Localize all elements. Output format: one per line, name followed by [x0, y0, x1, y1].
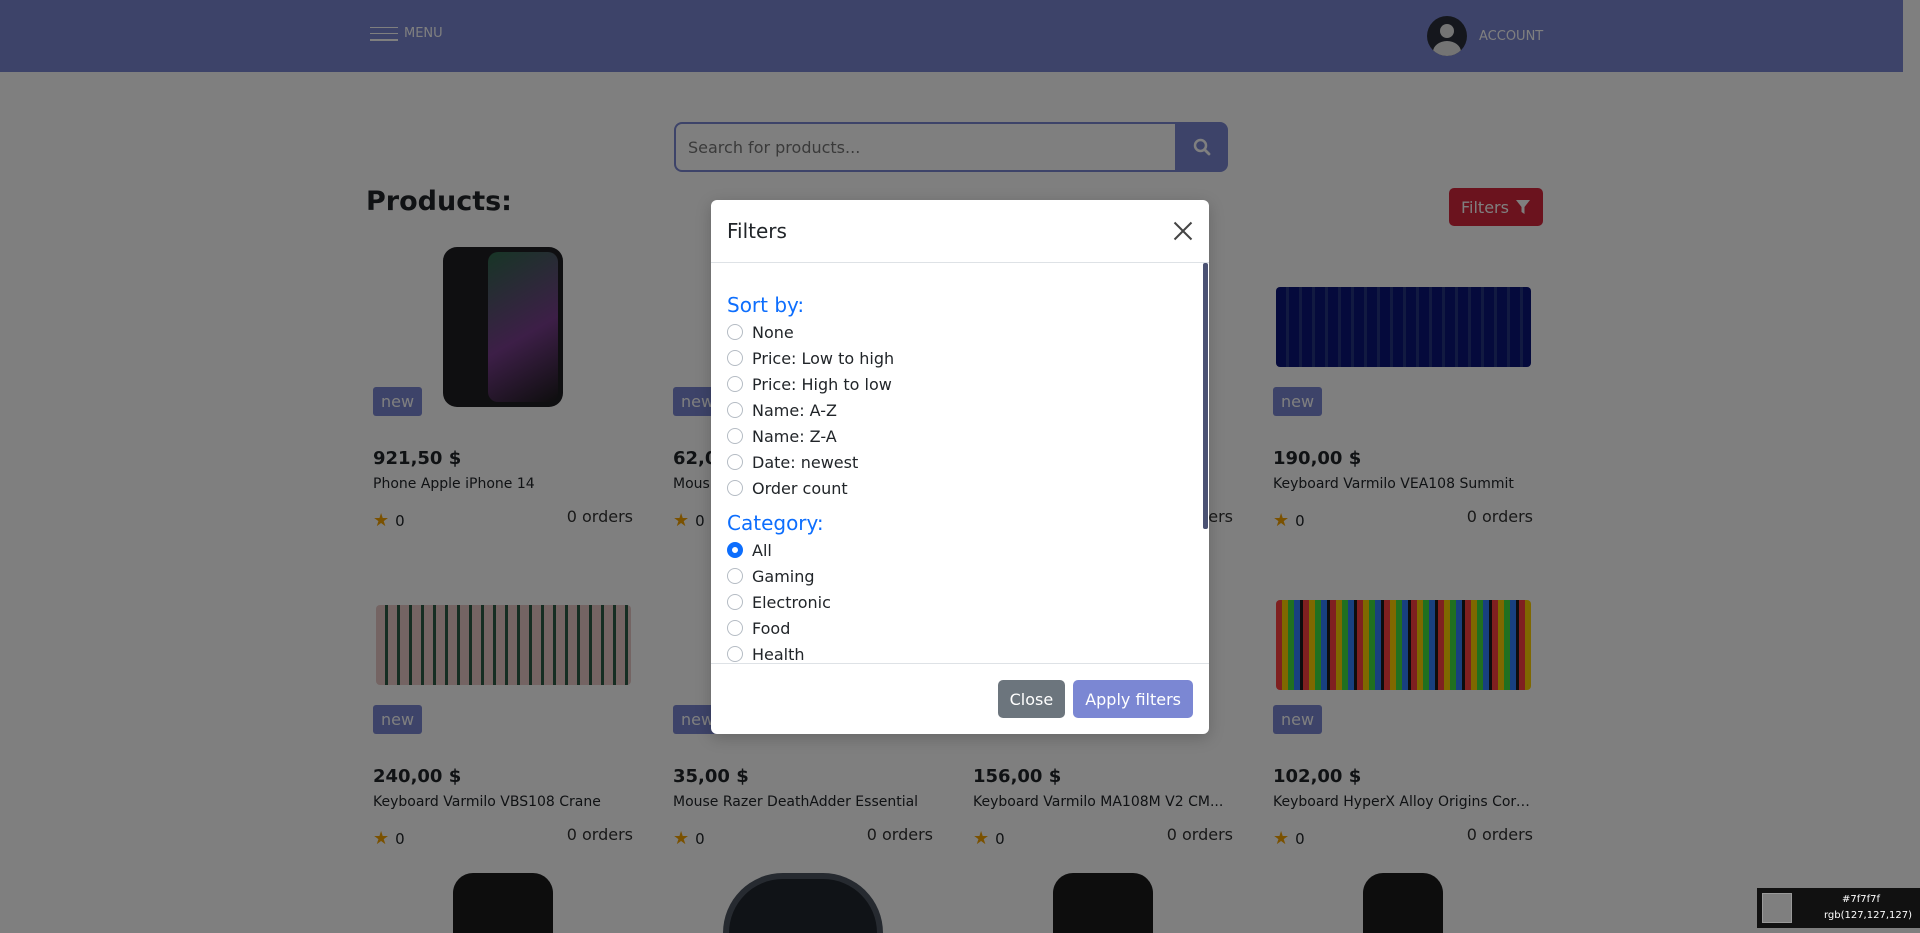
modal-title: Filters: [727, 219, 787, 243]
category-option-label: Health: [752, 644, 805, 664]
sort-option-label: Name: A-Z: [752, 400, 838, 420]
category-options: All Gaming Electronic Food Health: [727, 537, 1193, 663]
sort-option-label: None: [752, 322, 794, 342]
sort-option[interactable]: Price: High to low: [727, 371, 1193, 397]
category-option[interactable]: Gaming: [727, 563, 1193, 589]
close-button[interactable]: Close: [997, 680, 1066, 718]
radio-button[interactable]: [727, 568, 743, 584]
category-option[interactable]: All: [727, 537, 1193, 563]
modal-footer: Close Apply filters: [711, 663, 1209, 734]
category-option-label: Electronic: [752, 592, 831, 612]
sort-option-label: Order count: [752, 478, 848, 498]
radio-button[interactable]: [727, 324, 743, 340]
radio-button[interactable]: [727, 620, 743, 636]
color-picker-readout: #7f7f7f rgb(127,127,127): [1757, 888, 1920, 928]
category-option-label: All: [752, 540, 772, 560]
radio-button[interactable]: [727, 376, 743, 392]
radio-button[interactable]: [727, 350, 743, 366]
radio-button[interactable]: [727, 454, 743, 470]
close-icon[interactable]: [1173, 221, 1193, 241]
radio-button[interactable]: [727, 542, 743, 558]
radio-button[interactable]: [727, 428, 743, 444]
modal-body: Sort by: None Price: Low to high Price: Hi…: [711, 263, 1209, 663]
sort-option[interactable]: None: [727, 319, 1193, 345]
sort-option-label: Price: High to low: [752, 374, 892, 394]
category-option-label: Gaming: [752, 566, 815, 586]
color-rgb: rgb(127,127,127): [1823, 910, 1912, 921]
modal-header: Filters: [711, 200, 1209, 263]
category-title: Category:: [727, 511, 824, 535]
sort-option[interactable]: Name: Z-A: [727, 423, 1193, 449]
radio-button[interactable]: [727, 402, 743, 418]
radio-button[interactable]: [727, 480, 743, 496]
sort-option-label: Price: Low to high: [752, 348, 895, 368]
sort-title: Sort by:: [727, 293, 805, 317]
category-option[interactable]: Food: [727, 615, 1193, 641]
radio-button[interactable]: [727, 594, 743, 610]
sort-options: None Price: Low to high Price: High to low…: [727, 319, 1193, 501]
sort-option-label: Name: Z-A: [752, 426, 837, 446]
radio-button[interactable]: [727, 646, 743, 662]
filters-modal: Filters Sort by: None Price: Low to high P…: [711, 200, 1209, 734]
sort-option[interactable]: Date: newest: [727, 449, 1193, 475]
sort-option[interactable]: Price: Low to high: [727, 345, 1193, 371]
sort-option[interactable]: Name: A-Z: [727, 397, 1193, 423]
color-swatch: [1762, 893, 1792, 923]
category-option-label: Food: [752, 618, 791, 638]
sort-option[interactable]: Order count: [727, 475, 1193, 501]
category-option[interactable]: Electronic: [727, 589, 1193, 615]
color-hex: #7f7f7f: [1841, 894, 1880, 905]
category-option[interactable]: Health: [727, 641, 1193, 663]
apply-filters-button[interactable]: Apply filters: [1073, 680, 1193, 718]
modal-scrollbar[interactable]: [1203, 263, 1208, 529]
sort-option-label: Date: newest: [752, 452, 859, 472]
